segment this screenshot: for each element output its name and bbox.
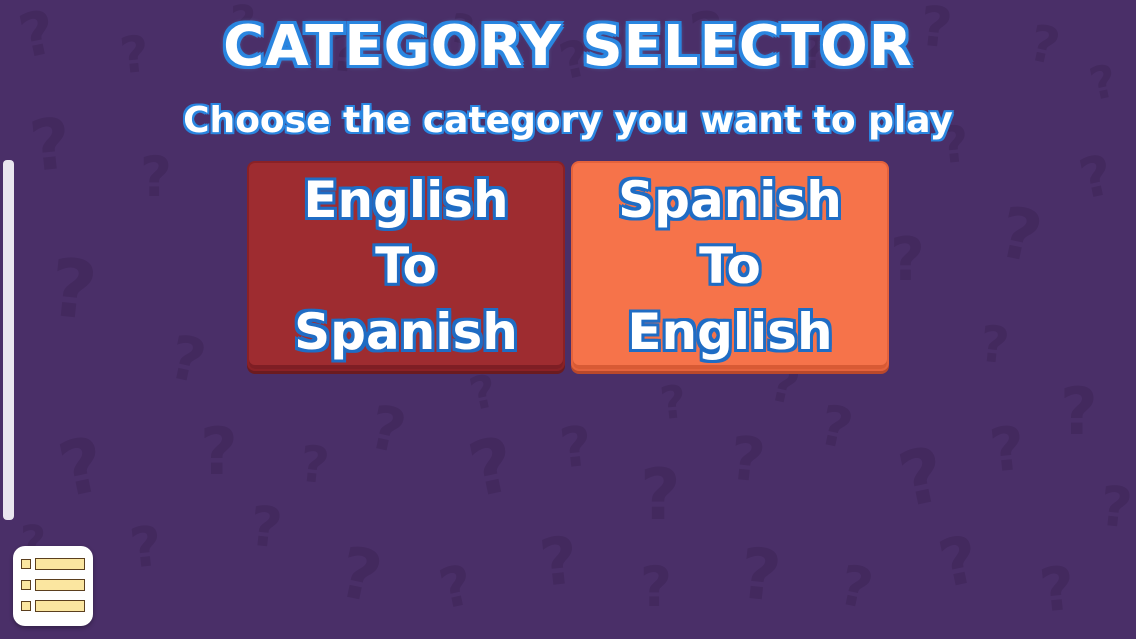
question-mark-pattern-glyph: ? (433, 552, 479, 622)
question-mark-pattern-glyph: ? (331, 530, 389, 620)
category-label-line: To (699, 237, 761, 295)
question-mark-pattern-glyph: ? (461, 419, 523, 515)
question-mark-pattern-glyph: ? (833, 552, 879, 622)
question-mark-pattern-glyph: ? (891, 429, 953, 525)
question-mark-pattern-glyph: ? (246, 493, 286, 561)
question-mark-pattern-glyph: ? (536, 523, 582, 602)
question-mark-pattern-glyph: ? (657, 374, 689, 431)
question-mark-pattern-glyph: ? (140, 145, 172, 209)
category-label-line: English (303, 171, 509, 229)
page-title: CATEGORY SELECTOR (223, 14, 913, 79)
question-mark-pattern-glyph: ? (556, 413, 596, 481)
menu-button[interactable] (13, 546, 93, 626)
question-mark-pattern-glyph: ? (45, 240, 102, 339)
question-mark-pattern-glyph: ? (640, 555, 672, 619)
category-label-line: Spanish (618, 171, 842, 229)
question-mark-pattern-glyph: ? (1036, 553, 1079, 627)
category-label-line: English (627, 303, 833, 361)
question-mark-pattern-glyph: ? (735, 532, 785, 618)
question-mark-pattern-glyph: ? (200, 415, 238, 490)
category-button-spanish-to-english[interactable]: Spanish To English (571, 161, 889, 371)
question-mark-pattern-glyph: ? (363, 392, 412, 468)
category-label: English To Spanish (294, 167, 518, 365)
question-mark-pattern-glyph: ? (640, 454, 681, 536)
page-subtitle: Choose the category you want to play (183, 100, 953, 141)
question-mark-pattern-glyph: ? (1096, 473, 1136, 541)
background-question-pattern: ????????????????????????????????????????… (0, 0, 1136, 639)
category-label-line: To (375, 237, 437, 295)
question-mark-pattern-glyph: ? (986, 413, 1029, 487)
question-mark-pattern-glyph: ? (1073, 142, 1119, 212)
question-mark-pattern-glyph: ? (464, 363, 502, 422)
question-mark-pattern-glyph: ? (977, 314, 1012, 376)
category-label-line: Spanish (294, 303, 518, 361)
question-mark-pattern-glyph: ? (163, 322, 212, 398)
question-mark-pattern-glyph: ? (991, 190, 1049, 280)
question-mark-pattern-glyph: ? (890, 225, 925, 295)
question-mark-pattern-glyph: ? (813, 392, 859, 462)
question-mark-pattern-glyph: ? (297, 434, 332, 496)
category-label: Spanish To English (618, 167, 842, 365)
category-button-english-to-spanish[interactable]: English To Spanish (247, 161, 565, 371)
question-mark-pattern-glyph: ? (932, 521, 986, 604)
question-mark-pattern-glyph: ? (126, 513, 166, 581)
scrollbar[interactable] (3, 160, 14, 520)
question-mark-pattern-glyph: ? (1060, 375, 1098, 450)
question-mark-pattern-glyph: ? (51, 419, 113, 515)
question-mark-pattern-glyph: ? (726, 423, 769, 497)
